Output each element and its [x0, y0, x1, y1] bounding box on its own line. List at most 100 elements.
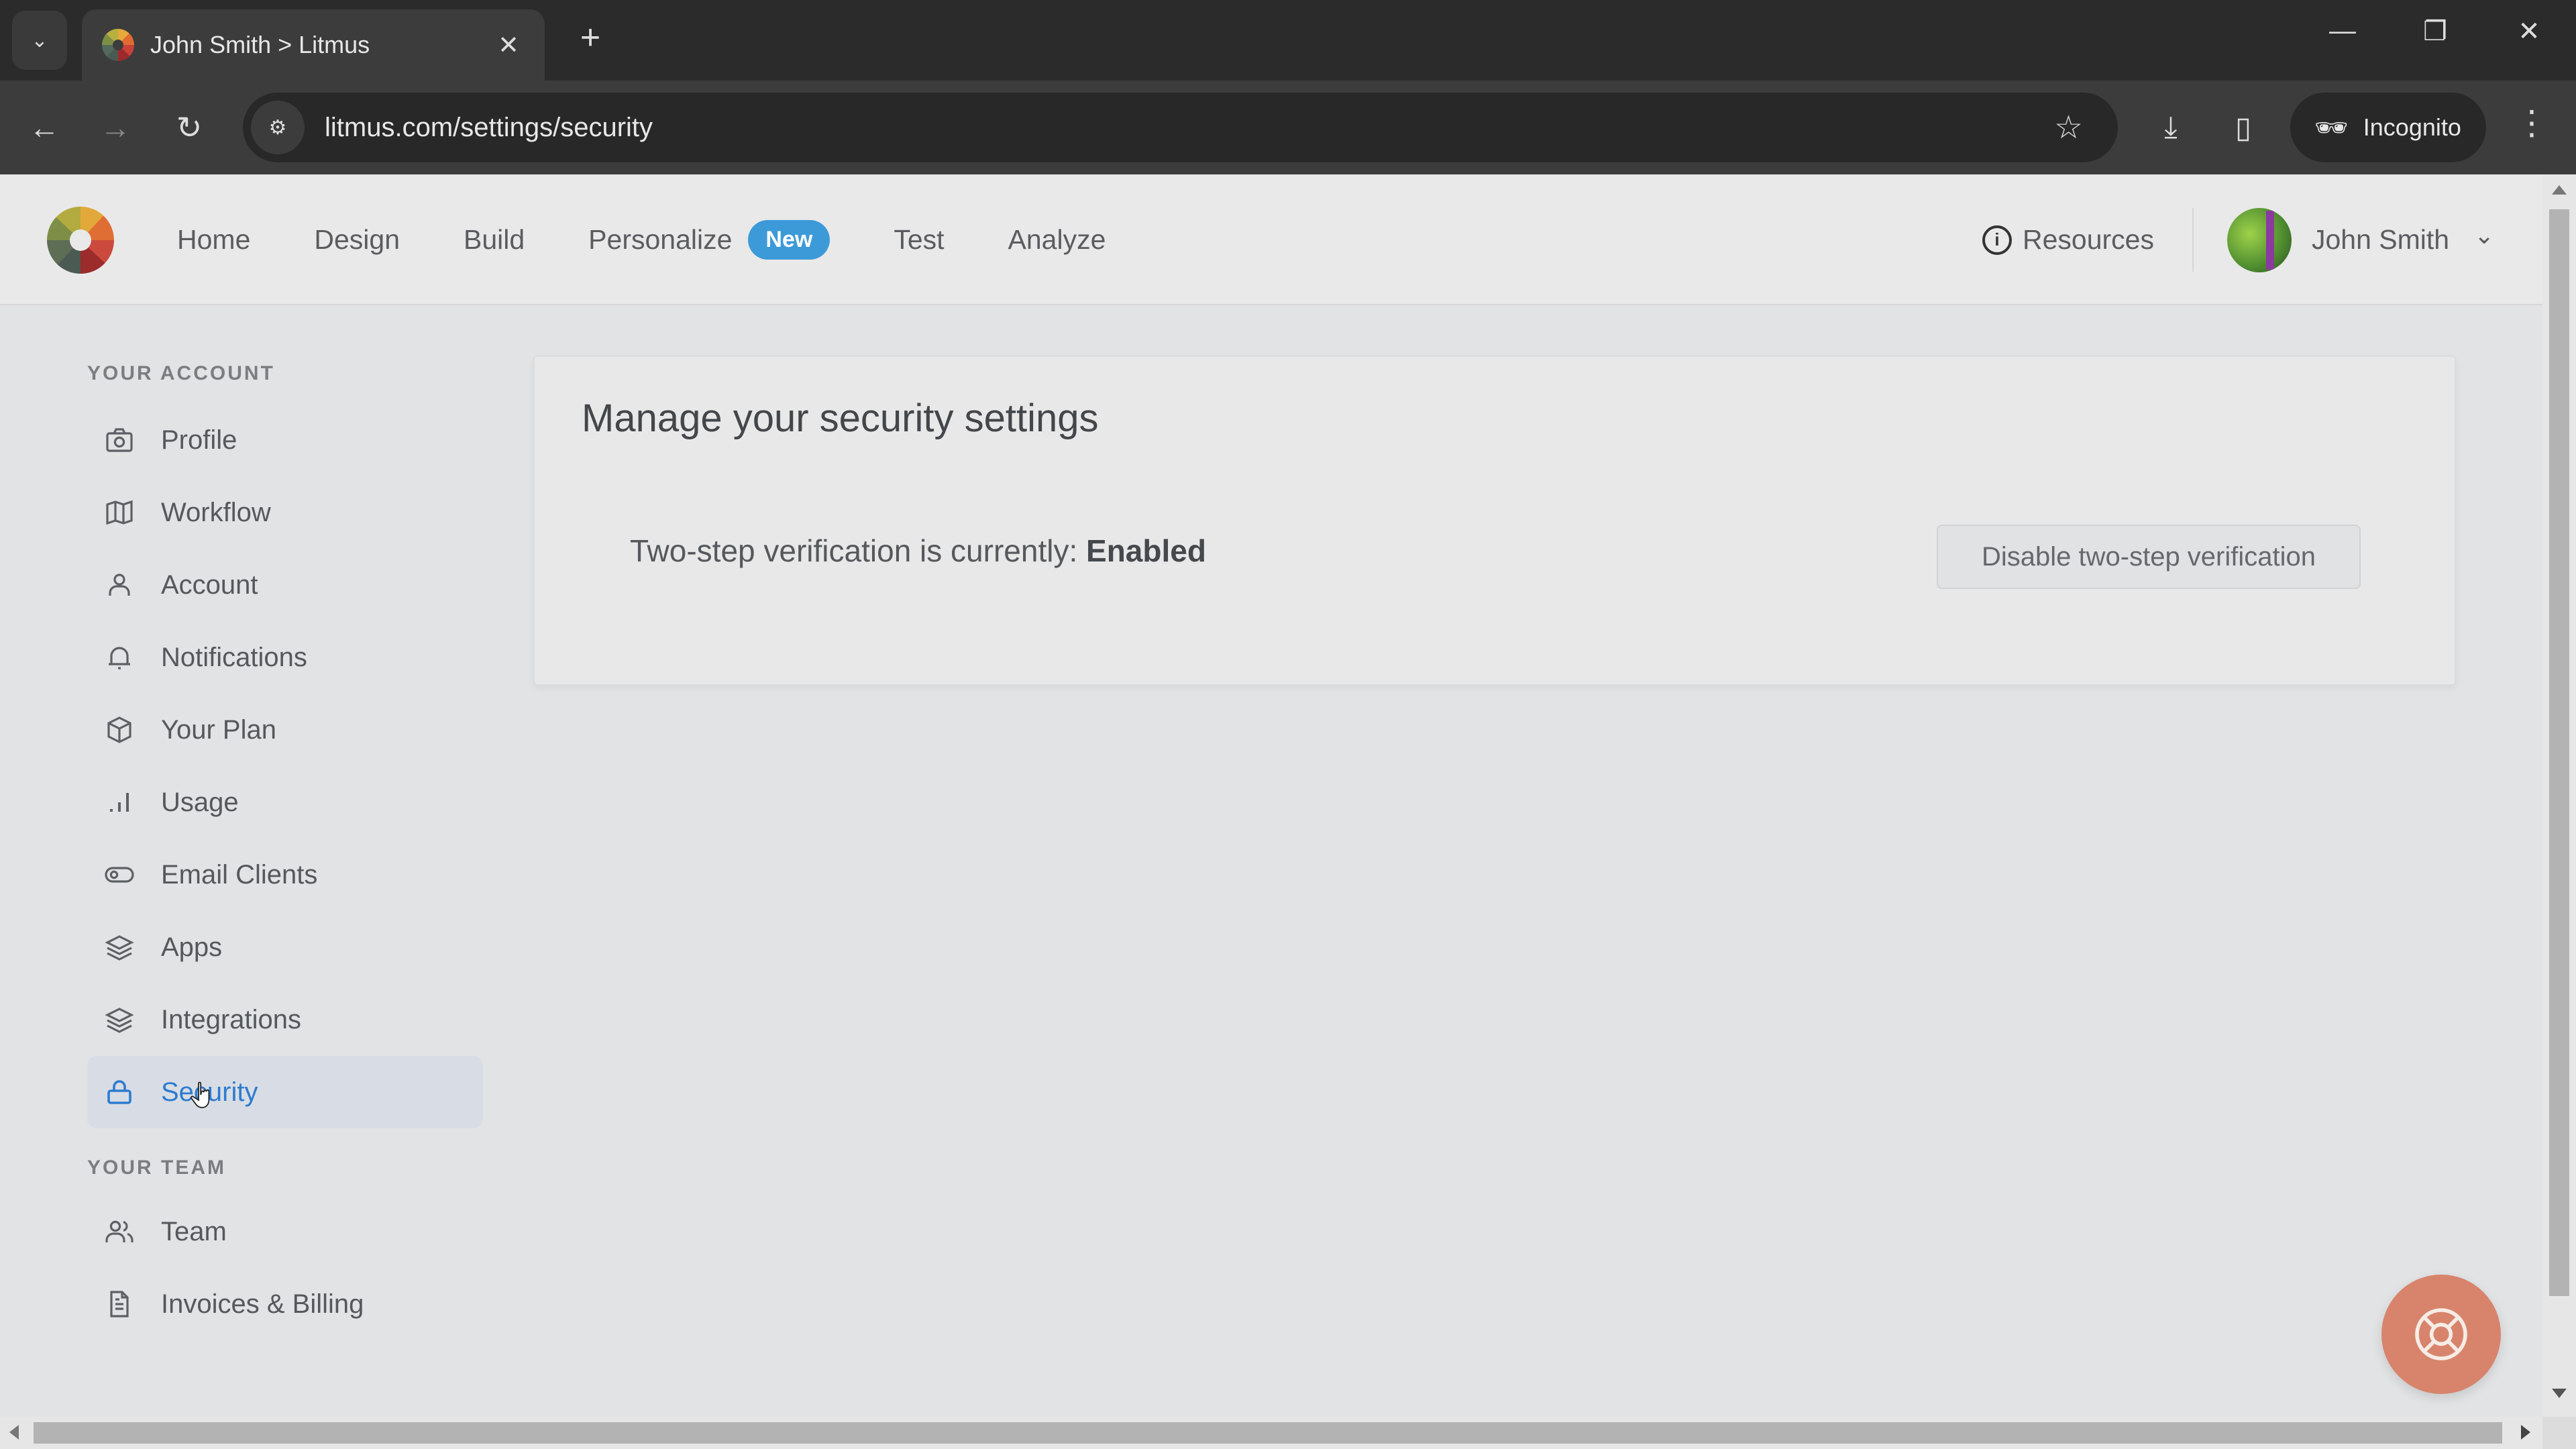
nav-build[interactable]: Build	[464, 224, 525, 256]
sidebar-item-security[interactable]: Security	[87, 1056, 483, 1128]
sidebar-item-label: Team	[161, 1216, 227, 1246]
section-label-your-team: YOUR TEAM	[87, 1157, 226, 1179]
sidebar-item-your-plan[interactable]: Your Plan	[87, 694, 483, 766]
nav-test[interactable]: Test	[894, 224, 944, 256]
sidebar-item-notifications[interactable]: Notifications	[87, 621, 483, 694]
sidebar-item-integrations[interactable]: Integrations	[87, 983, 483, 1056]
close-tab-icon[interactable]: ✕	[492, 30, 525, 60]
nav-design-label: Design	[314, 224, 400, 255]
sidebar-item-team[interactable]: Team	[87, 1195, 483, 1268]
sidebar-item-email-clients[interactable]: Email Clients	[87, 839, 483, 911]
nav-build-label: Build	[464, 224, 525, 255]
page-title: Manage your security settings	[582, 396, 1099, 440]
hand-cursor-icon	[191, 1081, 210, 1108]
scroll-left-icon[interactable]	[9, 1425, 19, 1440]
reload-icon[interactable]: ↻	[165, 103, 213, 152]
settings-sidebar: YOUR ACCOUNT Profile Workflow Account No…	[87, 362, 483, 1340]
nav-personalize-label: Personalize	[588, 224, 733, 255]
camera-icon	[102, 423, 137, 458]
sidebar-item-workflow[interactable]: Workflow	[87, 476, 483, 549]
incognito-icon: 🕶	[2314, 113, 2349, 143]
incognito-indicator[interactable]: 🕶 Incognito	[2290, 93, 2486, 162]
litmus-logo[interactable]	[47, 207, 114, 274]
main-nav: Home Design Build Personalize New Test An…	[177, 174, 1169, 305]
sidebar-item-label: Apps	[161, 932, 223, 962]
sidebar-item-label: Notifications	[161, 642, 307, 672]
users-icon	[102, 1214, 137, 1249]
status-value: Enabled	[1086, 533, 1206, 568]
browser-menu-icon[interactable]: ⋮	[2512, 103, 2552, 142]
back-icon[interactable]: ←	[20, 103, 68, 152]
scroll-right-icon[interactable]	[2521, 1425, 2530, 1440]
layers-icon	[102, 1002, 137, 1037]
restore-icon[interactable]: ❐	[2408, 16, 2462, 47]
security-settings-card: Manage your security settings Two-step v…	[533, 356, 2456, 686]
litmus-favicon-icon	[102, 29, 134, 61]
sidebar-item-profile[interactable]: Profile	[87, 404, 483, 476]
side-panel-icon[interactable]: ▯	[2219, 103, 2267, 152]
bar-chart-icon	[102, 785, 137, 820]
section-label-your-account: YOUR ACCOUNT	[87, 362, 275, 384]
new-badge: New	[748, 220, 830, 260]
nav-home[interactable]: Home	[177, 224, 250, 256]
tab-search-button[interactable]: ⌄	[12, 11, 67, 70]
sidebar-item-invoices-billing[interactable]: Invoices & Billing	[87, 1268, 483, 1340]
chevron-down-icon[interactable]: ⌄	[2474, 221, 2494, 250]
nav-design[interactable]: Design	[314, 224, 400, 256]
scroll-down-icon[interactable]	[2552, 1389, 2567, 1398]
horizontal-scroll-thumb[interactable]	[34, 1422, 2502, 1444]
vertical-scrollbar[interactable]	[2542, 174, 2576, 1419]
layers-icon	[102, 930, 137, 965]
close-window-icon[interactable]: ✕	[2502, 16, 2556, 47]
browser-tab[interactable]: John Smith > Litmus ✕	[82, 9, 545, 80]
toggle-icon	[102, 857, 137, 892]
scrollbar-corner	[2542, 1417, 2576, 1449]
sidebar-item-label: Invoices & Billing	[161, 1289, 364, 1319]
sidebar-item-label: Workflow	[161, 497, 271, 527]
site-settings-icon[interactable]: ⚙	[251, 101, 305, 154]
forward-icon[interactable]: →	[91, 103, 140, 152]
map-icon	[102, 495, 137, 530]
disable-two-step-button[interactable]: Disable two-step verification	[1937, 525, 2361, 589]
scroll-up-icon[interactable]	[2552, 185, 2567, 195]
download-icon[interactable]: ⤓	[2147, 103, 2195, 152]
status-prefix: Two-step verification is currently:	[630, 533, 1087, 568]
lifebuoy-icon	[2415, 1308, 2467, 1360]
bell-icon	[102, 640, 137, 675]
nav-test-label: Test	[894, 224, 945, 255]
nav-home-label: Home	[177, 224, 251, 255]
two-step-status: Two-step verification is currently: Enab…	[630, 533, 1206, 569]
resources-link[interactable]: i Resources	[1982, 174, 2154, 305]
resources-label: Resources	[2023, 224, 2154, 255]
info-icon: i	[1982, 225, 2012, 255]
sidebar-item-label: Email Clients	[161, 859, 318, 890]
app-header: Home Design Build Personalize New Test An…	[0, 174, 2542, 305]
help-button[interactable]	[2381, 1275, 2501, 1394]
new-tab-button[interactable]: +	[570, 17, 610, 58]
url-text[interactable]: litmus.com/settings/security	[325, 113, 2054, 143]
sidebar-item-usage[interactable]: Usage	[87, 766, 483, 839]
sidebar-item-label: Your Plan	[161, 714, 276, 745]
horizontal-scrollbar[interactable]	[0, 1417, 2542, 1449]
sidebar-item-account[interactable]: Account	[87, 549, 483, 621]
vertical-scroll-thumb[interactable]	[2549, 209, 2569, 1296]
user-avatar[interactable]	[2227, 208, 2292, 272]
header-divider	[2192, 208, 2194, 272]
sidebar-item-apps[interactable]: Apps	[87, 911, 483, 983]
tab-title: John Smith > Litmus	[150, 31, 370, 58]
nav-personalize[interactable]: Personalize New	[588, 220, 830, 260]
sidebar-item-label: Usage	[161, 787, 239, 817]
sidebar-item-label: Account	[161, 570, 258, 600]
nav-analyze[interactable]: Analyze	[1008, 224, 1106, 256]
bookmark-star-icon[interactable]: ☆	[2054, 109, 2083, 146]
box-icon	[102, 712, 137, 747]
user-name[interactable]: John Smith	[2312, 174, 2449, 305]
nav-analyze-label: Analyze	[1008, 224, 1106, 255]
document-icon	[102, 1287, 137, 1322]
lock-icon	[102, 1075, 137, 1110]
address-bar[interactable]: ⚙ litmus.com/settings/security ☆	[243, 93, 2118, 162]
minimize-icon[interactable]: —	[2316, 16, 2369, 46]
incognito-label: Incognito	[2363, 113, 2461, 141]
sidebar-item-label: Profile	[161, 425, 237, 455]
browser-toolbar: ← → ↻ ⚙ litmus.com/settings/security ☆ ⤓…	[0, 80, 2576, 174]
